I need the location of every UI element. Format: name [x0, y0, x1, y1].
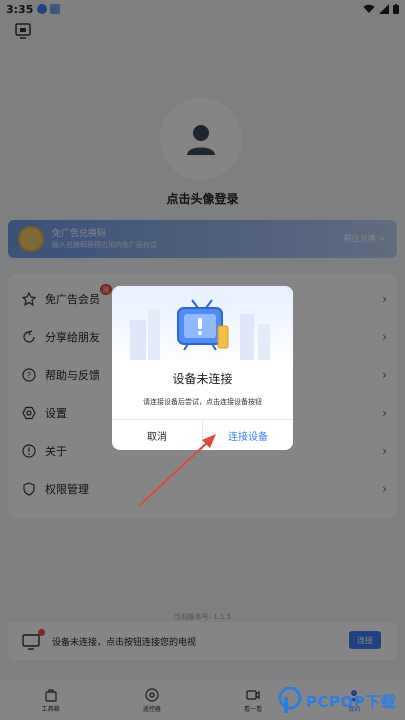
pcpop-logo-icon [278, 687, 302, 713]
watermark: PCPOP下载 [278, 684, 403, 718]
watermark-text: PCPOP下载 [306, 692, 397, 711]
annotation-arrow [139, 434, 216, 506]
